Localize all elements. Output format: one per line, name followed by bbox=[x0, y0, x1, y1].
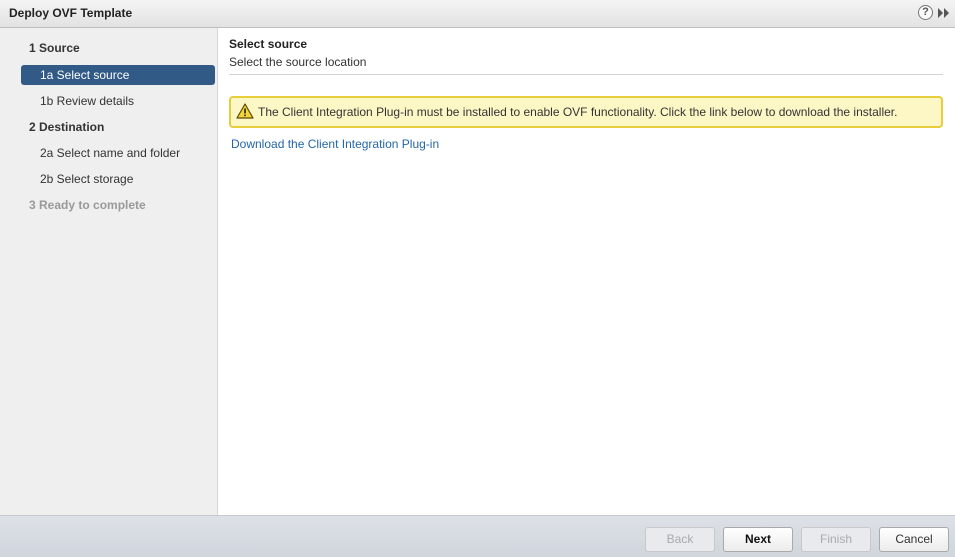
step-ready-to-complete: 3 Ready to complete bbox=[29, 198, 146, 212]
warning-text: The Client Integration Plug-in must be i… bbox=[258, 105, 898, 119]
step-select-name-and-folder[interactable]: 2a Select name and folder bbox=[21, 143, 215, 163]
step-review-details[interactable]: 1b Review details bbox=[21, 91, 215, 111]
page-subtitle: Select the source location bbox=[229, 55, 367, 69]
warning-icon bbox=[236, 103, 254, 119]
step-source[interactable]: 1 Source bbox=[21, 38, 215, 58]
step-select-source[interactable]: 1a Select source bbox=[21, 65, 215, 85]
wizard-steps-sidebar: 1 Source 1a Select source 1b Review deta… bbox=[0, 28, 218, 515]
download-plugin-link[interactable]: Download the Client Integration Plug-in bbox=[231, 137, 439, 151]
back-button[interactable]: Back bbox=[645, 527, 715, 552]
step-content-panel: Select source Select the source location… bbox=[218, 28, 955, 515]
window-title: Deploy OVF Template bbox=[9, 6, 133, 20]
step-destination[interactable]: 2 Destination bbox=[21, 117, 215, 137]
help-icon[interactable]: ? bbox=[918, 5, 933, 20]
next-button[interactable]: Next bbox=[723, 527, 793, 552]
wizard-footer: Back Next Finish Cancel bbox=[0, 515, 955, 557]
finish-button[interactable]: Finish bbox=[801, 527, 871, 552]
warning-banner: The Client Integration Plug-in must be i… bbox=[229, 96, 943, 128]
step-select-storage[interactable]: 2b Select storage bbox=[21, 169, 215, 189]
page-title: Select source bbox=[229, 37, 308, 51]
header-divider bbox=[229, 74, 943, 75]
window-titlebar: Deploy OVF Template ? bbox=[0, 0, 955, 28]
expand-icon[interactable] bbox=[937, 6, 951, 20]
cancel-button[interactable]: Cancel bbox=[879, 527, 949, 552]
